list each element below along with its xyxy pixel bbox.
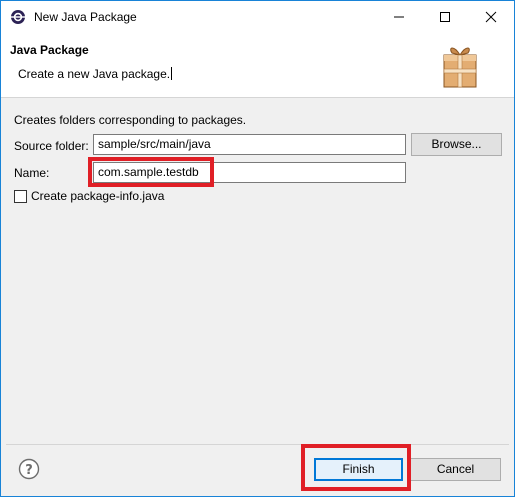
close-icon	[485, 11, 497, 23]
browse-button[interactable]: Browse...	[411, 133, 502, 156]
close-button[interactable]	[468, 1, 514, 33]
name-highlight-box	[88, 157, 214, 187]
name-label: Name:	[14, 166, 50, 180]
maximize-button[interactable]	[422, 1, 468, 33]
eclipse-icon	[10, 9, 26, 25]
svg-text:?: ?	[25, 463, 33, 478]
minimize-button[interactable]	[376, 1, 422, 33]
finish-highlight-box	[301, 444, 411, 491]
wizard-description: Create a new Java package.	[18, 67, 173, 81]
footer-separator	[6, 444, 509, 445]
wizard-title: Java Package	[10, 43, 89, 57]
source-folder-input[interactable]: sample/src/main/java	[93, 134, 406, 155]
form-description: Creates folders corresponding to package…	[14, 113, 247, 127]
source-folder-label: Source folder:	[14, 139, 89, 153]
title-bar[interactable]: New Java Package	[1, 1, 514, 33]
package-gift-icon	[442, 43, 478, 89]
window-title: New Java Package	[34, 10, 137, 24]
help-icon[interactable]: ?	[18, 458, 40, 480]
cancel-button[interactable]: Cancel	[410, 458, 501, 481]
wizard-header: Java Package Create a new Java package.	[1, 33, 514, 98]
new-java-package-dialog: New Java Package Java Package Create a n…	[0, 0, 515, 497]
package-info-checkbox[interactable]	[14, 190, 27, 203]
package-info-label[interactable]: Create package-info.java	[31, 189, 164, 203]
